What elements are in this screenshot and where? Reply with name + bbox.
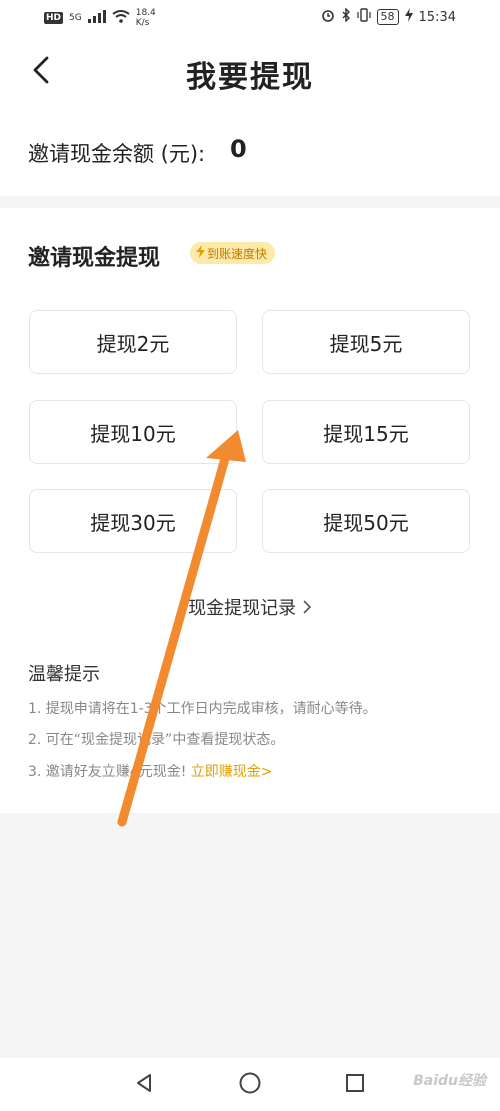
earn-cash-link[interactable]: 立即赚现金> (191, 764, 273, 780)
withdraw-option-15[interactable]: 提现15元 (262, 400, 470, 464)
charging-icon (404, 8, 413, 26)
withdraw-option-5[interactable]: 提现5元 (262, 310, 470, 374)
header: 我要提现 (0, 36, 500, 108)
network-label: 5G (69, 12, 82, 23)
battery-indicator: 58 (376, 9, 399, 25)
fast-arrival-badge: 到账速度快 (190, 242, 276, 264)
withdraw-option-30[interactable]: 提现30元 (29, 489, 237, 553)
signal-icon (87, 9, 106, 27)
circle-home-icon (238, 1071, 262, 1099)
bluetooth-icon (341, 7, 351, 26)
withdraw-record-text: 现金提现记录 (188, 598, 297, 619)
nav-recent-button[interactable] (340, 1070, 370, 1100)
chevron-right-icon (302, 598, 312, 619)
baidu-watermark: Baidu经验 (413, 1073, 486, 1089)
wifi-icon (112, 9, 130, 27)
balance-value: 0 (230, 135, 247, 163)
nav-back-button[interactable] (129, 1070, 159, 1100)
withdraw-page: HD 5G 18.4 K/s 58 15:34 我要提现 邀请现金余额 (元):… (0, 0, 500, 1111)
balance-section: 邀请现金余额 (元): 0 (0, 108, 500, 196)
fast-arrival-text: 到账速度快 (207, 246, 268, 261)
tip-line-2: 2. 可在“现金提现记录”中查看提现状态。 (28, 732, 285, 748)
balance-label: 邀请现金余额 (元): (28, 142, 206, 166)
withdraw-record-link[interactable]: 现金提现记录 (0, 594, 500, 620)
tips-title: 温馨提示 (28, 664, 100, 685)
tip-line-3-text: 3. 邀请好友立赚4元现金! (28, 764, 187, 780)
hd-badge: HD (44, 12, 64, 24)
tip-line-3: 3. 邀请好友立赚4元现金! 立即赚现金> (28, 761, 273, 781)
alarm-icon (321, 8, 335, 26)
net-speed-unit: K/s (135, 18, 150, 28)
square-recent-icon (344, 1072, 366, 1098)
page-title: 我要提现 (186, 60, 314, 95)
status-right: 58 15:34 (321, 7, 456, 26)
status-left: HD 5G 18.4 K/s (44, 8, 156, 28)
withdraw-card: 邀请现金提现 到账速度快 提现2元 提现5元 提现10元 提现15元 提现30元… (0, 208, 500, 813)
triangle-back-icon (133, 1072, 155, 1098)
lightning-icon (196, 245, 205, 261)
withdraw-option-2[interactable]: 提现2元 (29, 310, 237, 374)
status-bar: HD 5G 18.4 K/s 58 15:34 (0, 0, 500, 36)
section-title: 邀请现金提现 (28, 246, 161, 271)
withdraw-option-50[interactable]: 提现50元 (262, 489, 470, 553)
withdraw-option-10[interactable]: 提现10元 (29, 400, 237, 464)
nav-home-button[interactable] (235, 1070, 265, 1100)
net-speed-value: 18.4 (135, 8, 156, 18)
vibrate-icon (356, 8, 371, 26)
clock-time: 15:34 (418, 9, 456, 25)
tip-line-1: 1. 提现申请将在1-3个工作日内完成审核，请耐心等待。 (28, 701, 377, 717)
net-speed: 18.4 K/s (136, 8, 156, 28)
